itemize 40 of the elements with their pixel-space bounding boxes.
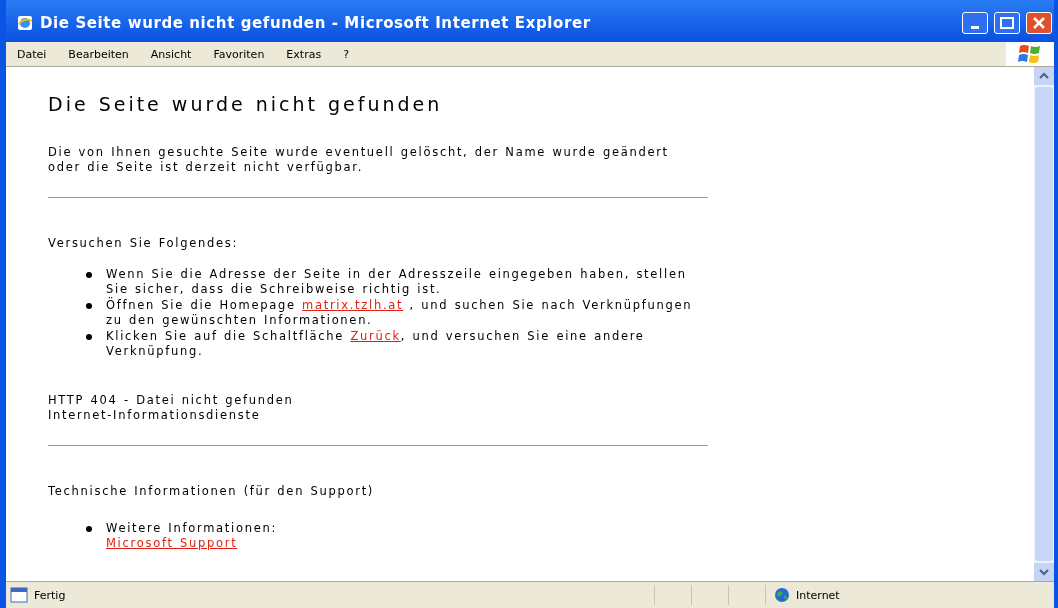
suggestion-text: Wenn Sie die Adresse der Seite in der Adresszeile eingegeben haben, stellen Sie sicher, dass die Schreibweise richtig ist.	[106, 267, 688, 297]
error-code: HTTP 404 - Datei nicht gefunden	[48, 393, 295, 408]
chevron-down-icon	[1039, 568, 1049, 576]
browser-icon	[16, 14, 34, 32]
menu-item[interactable]: Ansicht	[139, 47, 203, 61]
menu-item[interactable]: Datei	[6, 47, 58, 61]
menu-item[interactable]: ?	[332, 47, 360, 61]
scroll-down-button[interactable]	[1034, 563, 1054, 581]
bullet-icon	[86, 334, 92, 340]
link[interactable]: Zurück	[350, 329, 401, 343]
link[interactable]: matrix.tzlh.at	[302, 298, 404, 312]
section-heading: Technische Informationen (für den Support)	[48, 484, 376, 499]
close-button[interactable]	[1026, 12, 1052, 34]
page-heading: Die Seite wurde nicht gefunden	[48, 93, 444, 115]
bullet-icon	[86, 526, 92, 532]
globe-icon	[774, 587, 790, 603]
suggestion-text: Klicken Sie auf die Schaltfläche Zurück, und versuchen Sie eine andere Verknüpfung.	[106, 329, 646, 359]
page-icon	[10, 587, 28, 603]
intro-text: Die von Ihnen gesuchte Seite wurde eventuell gelöscht, der Name wurde geändert oder die Seite ist derzeit nicht verfügbar.	[48, 145, 670, 175]
close-icon	[1033, 17, 1045, 29]
support-link[interactable]: Microsoft Support	[106, 536, 238, 550]
window-title: Die Seite wurde nicht gefunden - Microsoft Internet Explorer	[40, 14, 592, 32]
suggestion-text: Öffnen Sie die Homepage matrix.tzlh.at , und suchen Sie nach Verknüpfungen zu den gewünschten Informationen.	[106, 298, 694, 328]
chevron-up-icon	[1039, 72, 1049, 80]
status-text: Fertig	[34, 588, 66, 602]
windows-logo-icon	[1017, 44, 1043, 64]
menu-item[interactable]: Favoriten	[202, 47, 276, 61]
zone-text: Internet	[796, 588, 840, 602]
bullet-icon	[86, 272, 92, 278]
menu-item[interactable]: Extras	[275, 47, 333, 61]
maximize-icon	[1000, 17, 1014, 29]
error-source: Internet-Informationsdienste	[48, 408, 262, 423]
scroll-up-button[interactable]	[1034, 67, 1054, 85]
minimize-icon	[971, 26, 979, 29]
menu-item[interactable]: Bearbeiten	[57, 47, 140, 61]
section-heading: Versuchen Sie Folgendes:	[48, 236, 240, 251]
minimize-button[interactable]	[962, 12, 988, 34]
maximize-button[interactable]	[994, 12, 1020, 34]
bullet-icon	[86, 303, 92, 309]
info-label: Weitere Informationen:	[106, 521, 277, 536]
